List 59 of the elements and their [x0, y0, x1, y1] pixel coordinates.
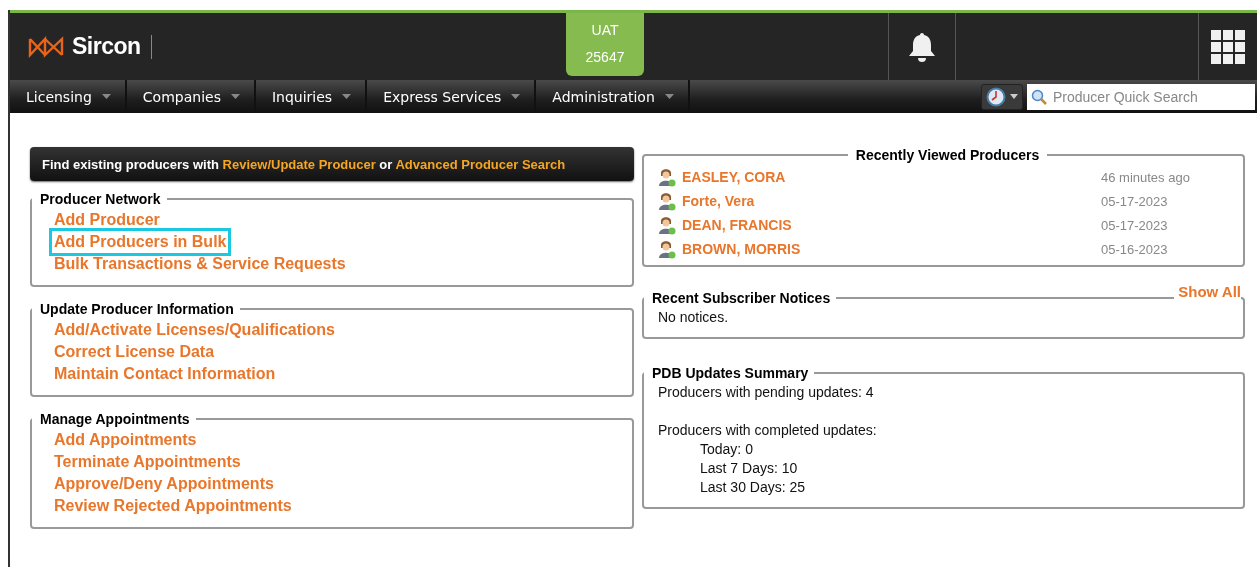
action-link[interactable]: Bulk Transactions & Service Requests: [52, 253, 348, 275]
action-link[interactable]: Approve/Deny Appointments: [52, 473, 276, 495]
update-count-text: Today: 0: [699, 440, 754, 459]
action-link[interactable]: Correct License Data: [52, 341, 217, 363]
update-count-text: Last 7 Days: 10: [699, 459, 799, 478]
person-icon: [658, 215, 676, 235]
section-title: Update Producer Information: [39, 301, 235, 317]
logo-icon: [28, 35, 64, 58]
action-link[interactable]: Add/Activate Licenses/Qualifications: [52, 319, 337, 341]
producer-search-field[interactable]: Producer Quick Search: [1027, 83, 1255, 110]
section-title: Producer Network: [39, 191, 162, 207]
pending-updates-text: Producers with pending updates: 4: [658, 383, 875, 402]
action-link[interactable]: Terminate Appointments: [52, 451, 243, 473]
panel-title: Recent Subscriber Notices: [651, 290, 832, 306]
nav-menu[interactable]: Express Services: [367, 80, 537, 113]
bell-icon[interactable]: [907, 30, 937, 63]
banner-text: Find existing producers with Review/Update Producer or Advanced Producer Search: [42, 157, 566, 172]
nav-menu[interactable]: Companies: [126, 80, 256, 113]
environment-name: UAT: [591, 22, 619, 39]
section-title: Manage Appointments: [39, 411, 191, 427]
notice-text: No notices.: [658, 308, 730, 327]
person-icon: [658, 167, 676, 187]
producer-link[interactable]: EASLEY, CORA: [682, 169, 1095, 185]
app-grid-icon[interactable]: [1211, 29, 1245, 64]
update-count-text: Last 30 Days: 25: [699, 478, 807, 497]
environment-code: 25647: [585, 48, 625, 65]
caret-icon: [664, 94, 674, 99]
action-link[interactable]: Add Producer: [52, 209, 162, 231]
show-all-link[interactable]: Show All: [1174, 283, 1241, 300]
producer-link[interactable]: BROWN, MORRIS: [682, 241, 1095, 257]
caret-icon: [511, 94, 521, 99]
brand-name: Sircon: [72, 33, 141, 60]
viewed-time: 05-17-2023: [1101, 217, 1169, 233]
nav-menu[interactable]: Inquiries: [255, 80, 368, 113]
completed-updates-text: Producers with completed updates:: [658, 421, 878, 440]
review-producer-link[interactable]: Review/Update Producer: [222, 157, 376, 172]
action-link[interactable]: Add Producers in Bulk: [52, 231, 229, 253]
producer-link[interactable]: Forte, Vera: [682, 193, 1095, 209]
viewed-time: 05-16-2023: [1101, 241, 1169, 257]
action-link[interactable]: Maintain Contact Information: [52, 363, 278, 385]
nav-menu[interactable]: Licensing: [10, 80, 127, 113]
viewed-time: 46 minutes ago: [1101, 169, 1191, 185]
advanced-search-link[interactable]: Advanced Producer Search: [395, 157, 566, 172]
caret-icon: [1010, 94, 1018, 99]
nav-menu[interactable]: Administration: [536, 80, 690, 113]
caret-icon: [230, 94, 240, 99]
caret-icon: [342, 94, 352, 99]
history-button[interactable]: [981, 83, 1023, 110]
action-link[interactable]: Review Rejected Appointments: [52, 495, 294, 517]
viewed-time: 05-17-2023: [1101, 193, 1169, 209]
person-icon: [658, 239, 676, 259]
panel-title: Recently Viewed Producers: [854, 147, 1041, 163]
person-icon: [658, 191, 676, 211]
action-link[interactable]: Add Appointments: [52, 429, 199, 451]
panel-title: PDB Updates Summary: [651, 365, 810, 381]
clock-icon: [986, 86, 1006, 107]
search-icon: [1031, 88, 1047, 105]
caret-icon: [101, 94, 111, 99]
producer-link[interactable]: DEAN, FRANCIS: [682, 217, 1095, 233]
